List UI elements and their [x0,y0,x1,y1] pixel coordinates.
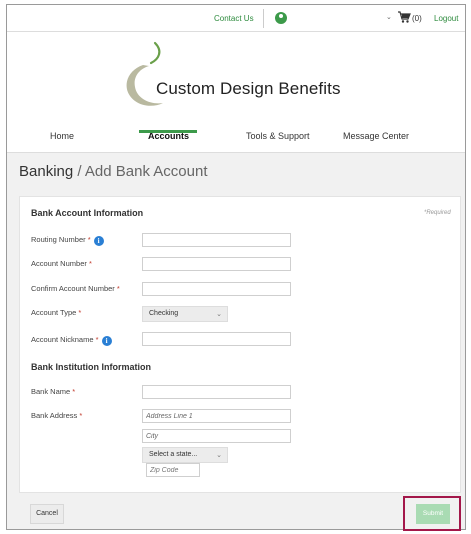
chevron-down-icon[interactable]: ⌄ [386,13,392,21]
account-number-label: Account Number * [31,259,92,268]
section-title-account: Bank Account Information [31,208,144,218]
zip-code-input[interactable] [146,463,200,477]
info-icon[interactable]: i [101,336,112,346]
confirm-account-number-label-text: Confirm Account Number [31,284,115,293]
routing-number-label: Routing Number * i [31,235,104,246]
required-mark: * [87,235,91,244]
city-input[interactable] [142,429,291,443]
active-nav-indicator [139,130,197,133]
account-type-select[interactable]: Checking ⌄ [142,306,228,322]
utility-bar: Contact Us ⌄ (0) Logout [7,5,465,32]
nav-item-tools-support[interactable]: Tools & Support [246,131,310,141]
section-title-institution: Bank Institution Information [31,362,151,372]
account-number-label-text: Account Number [31,259,87,268]
account-nickname-label-text: Account Nickname [31,335,94,344]
form-footer [7,494,465,529]
bank-name-label-text: Bank Name [31,387,71,396]
required-mark: * [79,411,83,420]
account-nickname-label: Account Nickname * i [31,335,112,346]
bank-address-label-text: Bank Address [31,411,78,420]
routing-number-label-text: Routing Number [31,235,86,244]
required-mark: * [72,387,76,396]
required-mark: * [116,284,120,293]
required-note: *Required [424,210,451,216]
chevron-down-icon: ⌄ [216,311,222,318]
page-title-sub: Add Bank Account [84,163,208,180]
page-title-separator: / [73,163,85,180]
required-mark: * [78,308,82,317]
nav-item-home[interactable]: Home [50,131,74,141]
main-nav: Home Accounts Tools & Support Message Ce… [7,123,465,153]
nav-item-message-center[interactable]: Message Center [343,131,409,141]
cart-icon[interactable] [397,10,411,24]
logout-link[interactable]: Logout [434,14,458,23]
user-icon[interactable] [275,12,287,24]
cart-count: (0) [412,14,422,23]
logo-swoosh-icon [126,41,163,106]
divider [263,9,264,28]
account-type-label: Account Type * [31,308,81,317]
cancel-button[interactable]: Cancel [30,504,64,524]
contact-us-link[interactable]: Contact Us [214,14,254,23]
confirm-account-number-input[interactable] [142,282,291,296]
bank-name-input[interactable] [142,385,291,399]
account-type-label-text: Account Type [31,308,77,317]
account-number-input[interactable] [142,257,291,271]
bank-address-label: Bank Address * [31,411,82,420]
confirm-account-number-label: Confirm Account Number * [31,284,120,293]
address-line-1-input[interactable] [142,409,291,423]
account-type-value: Checking [149,310,179,317]
routing-number-input[interactable] [142,233,291,247]
bank-name-label: Bank Name * [31,387,75,396]
state-value: Select a state... [149,451,198,458]
state-select[interactable]: Select a state... ⌄ [142,447,228,463]
required-mark: * [95,335,99,344]
required-mark: * [88,259,92,268]
chevron-down-icon: ⌄ [216,452,222,459]
account-nickname-input[interactable] [142,332,291,346]
page-title: Banking / Add Bank Account [19,163,208,180]
brand-name: Custom Design Benefits [156,79,341,98]
page-title-main: Banking [19,163,74,180]
info-icon[interactable]: i [93,236,104,246]
submit-button[interactable]: Submit [416,504,450,524]
